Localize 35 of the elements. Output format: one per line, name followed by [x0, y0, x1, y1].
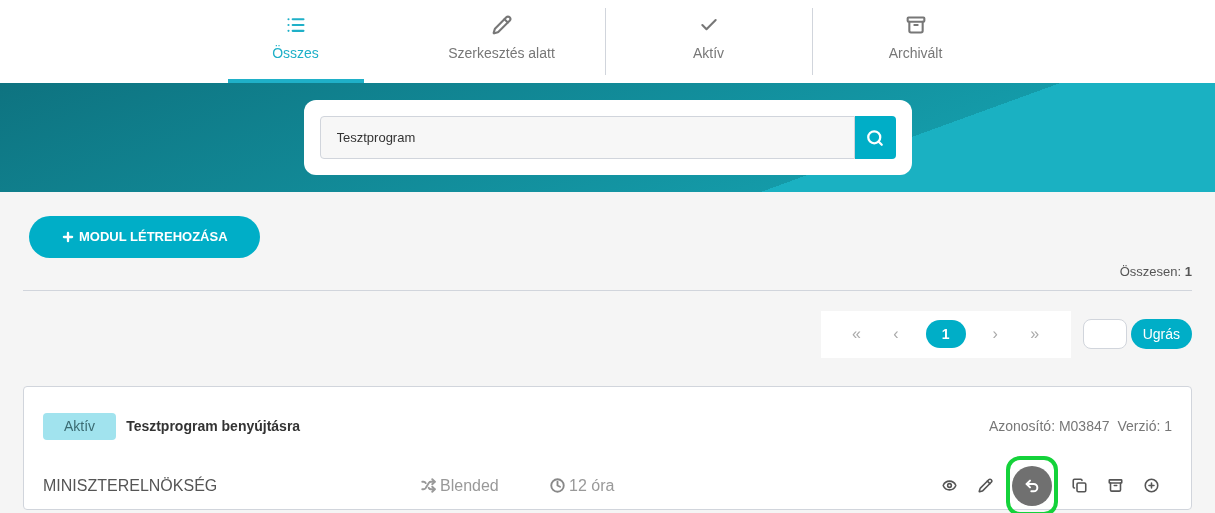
pencil-icon — [977, 478, 993, 493]
plus-circle-icon — [1143, 478, 1159, 493]
tab[interactable]: Szerkesztés alatt — [433, 0, 570, 83]
archive-box-icon — [1107, 478, 1123, 493]
module-id: Azonosító: M03847 — [988, 416, 1110, 436]
organization-name: MINISZTERELNÖKSÉG — [43, 475, 219, 496]
module-duration: 12 óra — [569, 475, 615, 496]
create-module-button[interactable]: MODUL LÉTREHOZÁSA — [29, 216, 260, 258]
plus-icon — [61, 230, 75, 244]
tab[interactable]: Aktív — [640, 0, 777, 83]
eye-icon — [941, 478, 957, 493]
revert-button[interactable] — [1012, 465, 1052, 506]
module-version: Verzió: 1 — [1117, 416, 1172, 436]
jump-button[interactable]: Ugrás — [1130, 319, 1192, 349]
status-badge: Aktív — [43, 412, 117, 440]
total-count: Összesen: 1 — [1119, 263, 1192, 281]
page-button[interactable]: 1 — [925, 320, 966, 348]
page-number-field[interactable] — [1082, 319, 1127, 349]
search-icon — [866, 128, 884, 147]
page-nav-button[interactable]: » — [1024, 322, 1045, 346]
undo-arrow-icon — [1024, 477, 1040, 494]
module-title: Tesztprogram benyújtásra — [126, 416, 301, 436]
module-format: Blended — [440, 475, 500, 496]
search-field[interactable]: Tesztprogram — [319, 116, 855, 159]
page-nav-button[interactable]: › — [985, 322, 1006, 346]
pencil-icon — [491, 15, 512, 35]
page-nav-button[interactable]: ‹ — [886, 322, 907, 346]
list-icon — [285, 15, 306, 35]
clock-icon — [550, 478, 565, 493]
search-button[interactable] — [854, 116, 896, 159]
tab[interactable]: Archivált — [847, 0, 984, 83]
copy-icon — [1071, 478, 1087, 493]
shuffle-icon — [421, 478, 436, 493]
page-nav-button[interactable]: « — [846, 322, 867, 346]
archive-box-icon — [905, 15, 926, 35]
